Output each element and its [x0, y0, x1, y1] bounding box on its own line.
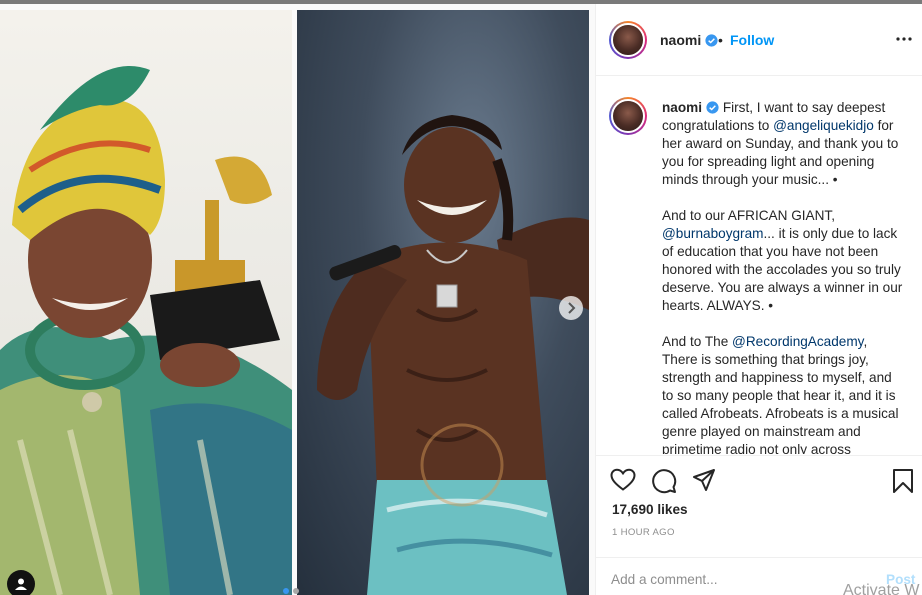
- post-details-panel: naomi • Follow naomi First, I want to sa…: [595, 4, 922, 595]
- comment-button[interactable]: [651, 468, 677, 499]
- mention-link[interactable]: @RecordingAcademy: [732, 334, 863, 349]
- post-header: naomi • Follow: [596, 4, 922, 76]
- caption-paragraph-3: And to The @RecordingAcademy, There is s…: [662, 333, 906, 454]
- header-separator: •: [718, 32, 723, 48]
- os-activation-watermark: Activate W: [843, 582, 920, 595]
- comments-section: naomi First, I want to say deepest congr…: [596, 77, 922, 454]
- heart-icon: [610, 468, 636, 491]
- carousel-dot-active: [283, 588, 289, 594]
- caption-username[interactable]: naomi: [662, 100, 702, 115]
- share-button[interactable]: [692, 468, 716, 497]
- carousel-dot: [293, 588, 299, 594]
- save-button[interactable]: [892, 468, 914, 499]
- follow-button[interactable]: Follow: [730, 32, 774, 48]
- user-tag-button[interactable]: [7, 570, 35, 595]
- more-icon: [896, 37, 912, 41]
- carousel-indicator: [283, 588, 299, 594]
- post-caption: naomi First, I want to say deepest congr…: [662, 99, 906, 454]
- author-username[interactable]: naomi: [660, 32, 718, 48]
- performer-on-stage-photo: [317, 115, 589, 595]
- post-photo-left: [0, 10, 292, 595]
- bookmark-icon: [893, 469, 913, 493]
- mention-link[interactable]: @angeliquekidjo: [773, 118, 874, 133]
- more-options-button[interactable]: [896, 31, 912, 52]
- add-comment-bar: Post Activate W: [596, 557, 922, 595]
- share-icon: [693, 469, 715, 491]
- like-button[interactable]: [610, 468, 636, 497]
- post-media: [0, 4, 595, 595]
- comment-icon: [652, 469, 677, 494]
- verified-icon: [705, 34, 718, 47]
- caption-text: And to our AFRICAN GIANT,: [662, 208, 836, 223]
- caption-paragraph-2: And to our AFRICAN GIANT, @burnaboygram.…: [662, 207, 906, 315]
- woman-with-grammy-photo: [0, 66, 292, 595]
- likes-count[interactable]: 17,690 likes: [612, 502, 688, 517]
- caption-text: And to The: [662, 334, 733, 349]
- caption-paragraph-1: naomi First, I want to say deepest congr…: [662, 99, 906, 189]
- author-avatar[interactable]: [609, 21, 647, 59]
- caption-text: , There is something that brings joy, st…: [662, 334, 899, 454]
- caption-author-avatar[interactable]: [609, 97, 647, 135]
- post-actions: 17,690 likes 1 HOUR AGO Post Activate W: [596, 455, 922, 595]
- carousel-next-button[interactable]: [559, 296, 583, 320]
- comment-input[interactable]: [611, 568, 851, 590]
- verified-icon: [706, 101, 719, 114]
- chevron-right-icon: [568, 302, 576, 314]
- post-timestamp[interactable]: 1 HOUR AGO: [612, 527, 675, 538]
- mention-link[interactable]: @burnaboygram: [662, 226, 763, 241]
- user-tag-icon: [15, 578, 27, 590]
- post-photo-right: [297, 10, 589, 595]
